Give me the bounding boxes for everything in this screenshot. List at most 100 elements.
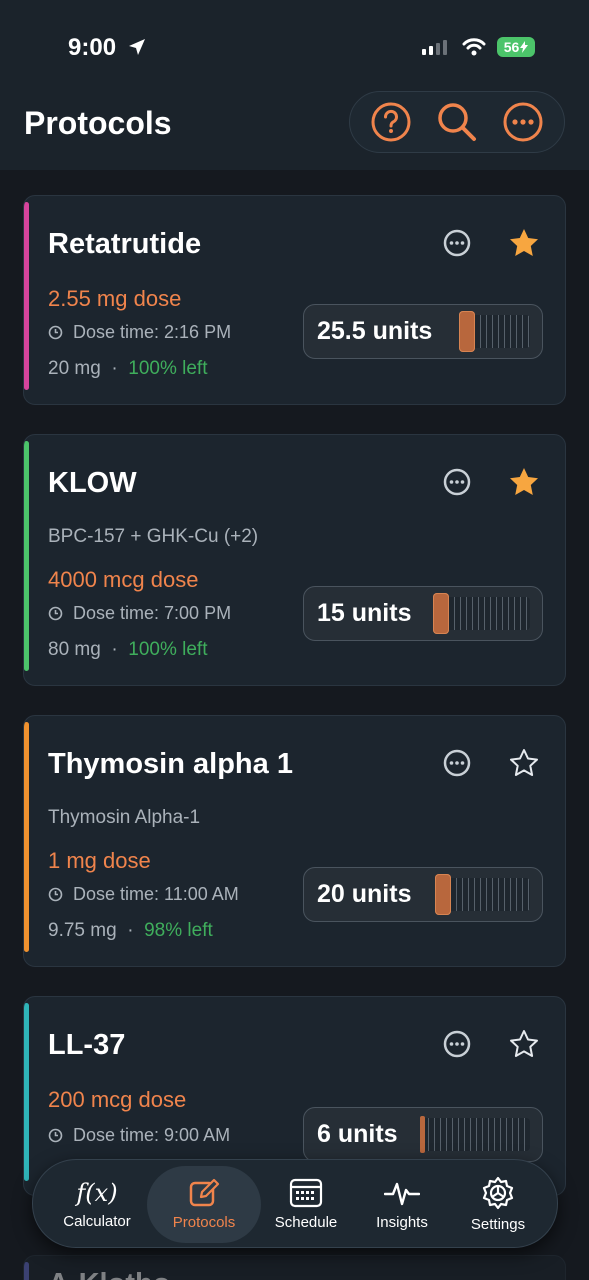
syringe-track <box>422 1118 530 1151</box>
protocol-card-retatrutide[interactable]: Retatrutide 2.55 mg dose Dose time: 2:16… <box>23 195 566 405</box>
dose-time: Dose time: 11:00 AM <box>73 884 239 904</box>
stock-remaining: 100% left <box>128 639 208 660</box>
tab-label: Protocols <box>172 1214 236 1231</box>
status-time: 9:00 <box>68 34 117 61</box>
tab-label: Settings <box>470 1216 526 1233</box>
clock-icon <box>48 887 63 902</box>
protocol-subtitle: Thymosin Alpha-1 <box>48 807 201 828</box>
stock-amount: 80 mg <box>48 639 101 660</box>
stock-separator: · <box>127 920 134 941</box>
card-more-icon[interactable] <box>442 748 472 778</box>
dose-time-row: Dose time: 2:16 PM <box>48 322 231 343</box>
stock-info: 9.75 mg · 98% left <box>48 920 213 942</box>
dose-amount: 1 mg dose <box>48 848 151 873</box>
card-accent-bar <box>24 1262 29 1280</box>
dose-amount: 200 mcg dose <box>48 1087 187 1112</box>
protocol-name: Retatrutide <box>48 228 202 260</box>
syringe-plunger <box>459 311 475 352</box>
battery-level: 56 <box>503 39 520 55</box>
dose-time-row: Dose time: 7:00 PM <box>48 603 231 624</box>
protocol-subtitle: BPC-157 + GHK-Cu (+2) <box>48 526 259 547</box>
star-outline-icon[interactable] <box>508 747 540 779</box>
search-icon <box>438 103 476 141</box>
card-more-icon[interactable] <box>442 228 472 258</box>
dose-time-row: Dose time: 9:00 AM <box>48 1125 230 1146</box>
more-icon <box>503 102 543 142</box>
syringe-plunger <box>435 874 451 915</box>
page-header: Protocols <box>0 91 589 170</box>
star-outline-icon[interactable] <box>508 1028 540 1060</box>
card-accent-bar <box>24 441 29 671</box>
units-syringe-display[interactable]: 15 units <box>303 586 543 641</box>
dose-time: Dose time: 7:00 PM <box>73 603 232 623</box>
card-accent-bar <box>24 202 29 390</box>
syringe-track <box>438 878 530 911</box>
protocol-name: Thymosin alpha 1 <box>48 748 293 780</box>
units-value: 15 units <box>317 599 412 627</box>
units-value: 6 units <box>317 1120 398 1148</box>
page-title: Protocols <box>24 105 172 141</box>
calendar-icon <box>289 1178 323 1208</box>
stock-separator: · <box>111 358 118 379</box>
gear-icon <box>482 1176 514 1210</box>
stock-info: 80 mg · 100% left <box>48 639 208 661</box>
units-value: 20 units <box>317 880 412 908</box>
protocol-card-a-klotho[interactable]: A-Klotho <box>23 1255 566 1280</box>
battery-indicator: 56 <box>497 37 535 57</box>
tab-label: Schedule <box>274 1214 338 1231</box>
card-accent-bar <box>24 1003 29 1181</box>
dose-time-row: Dose time: 11:00 AM <box>48 884 239 905</box>
tab-schedule[interactable]: Schedule <box>261 1160 351 1249</box>
dose-amount: 4000 mcg dose <box>48 567 199 592</box>
edit-icon <box>189 1178 220 1207</box>
dose-time: Dose time: 2:16 PM <box>73 322 232 342</box>
tab-label: Calculator <box>63 1213 131 1230</box>
more-options-button[interactable] <box>501 100 545 144</box>
pulse-icon <box>384 1182 420 1206</box>
header-actions <box>349 91 565 153</box>
units-syringe-display[interactable]: 25.5 units <box>303 304 543 359</box>
search-button[interactable] <box>435 100 479 144</box>
clock-icon <box>48 325 63 340</box>
help-icon <box>371 102 411 142</box>
tab-label: Insights <box>376 1214 428 1231</box>
units-syringe-display[interactable]: 20 units <box>303 867 543 922</box>
syringe-plunger <box>433 593 449 634</box>
protocol-name: A-Klotho <box>48 1268 170 1280</box>
star-filled-icon[interactable] <box>508 466 540 498</box>
wifi-icon <box>462 38 486 56</box>
stock-info: 20 mg · 100% left <box>48 358 208 380</box>
card-more-icon[interactable] <box>442 467 472 497</box>
tab-insights[interactable]: Insights <box>355 1160 449 1249</box>
stock-amount: 20 mg <box>48 358 101 379</box>
help-button[interactable] <box>369 100 413 144</box>
charging-bolt-icon <box>520 41 529 53</box>
star-filled-icon[interactable] <box>508 227 540 259</box>
syringe-track <box>436 597 530 630</box>
tab-protocols[interactable]: Protocols <box>147 1166 261 1243</box>
clock-icon <box>48 606 63 621</box>
clock-icon <box>48 1128 63 1143</box>
location-arrow-icon <box>129 39 145 55</box>
stock-remaining: 98% left <box>144 920 213 941</box>
protocol-name: KLOW <box>48 467 137 499</box>
stock-separator: · <box>111 639 118 660</box>
function-icon: f(x) <box>76 1179 118 1207</box>
protocol-card-thymosin-alpha-1[interactable]: Thymosin alpha 1 Thymosin Alpha-1 1 mg d… <box>23 715 566 967</box>
cellular-signal-icon <box>422 40 447 55</box>
status-bar: 9:00 56 <box>0 0 589 95</box>
protocol-card-klow[interactable]: KLOW BPC-157 + GHK-Cu (+2) 4000 mcg dose… <box>23 434 566 686</box>
tab-calculator[interactable]: f(x) Calculator <box>47 1160 147 1249</box>
units-syringe-display[interactable]: 6 units <box>303 1107 543 1162</box>
dose-amount: 2.55 mg dose <box>48 286 182 311</box>
stock-amount: 9.75 mg <box>48 920 117 941</box>
dose-time: Dose time: 9:00 AM <box>73 1125 231 1145</box>
protocol-name: LL-37 <box>48 1029 126 1061</box>
card-accent-bar <box>24 722 29 952</box>
stock-remaining: 100% left <box>128 358 208 379</box>
bottom-tab-bar: f(x) Calculator Protocols Schedule Insig… <box>32 1159 558 1248</box>
card-more-icon[interactable] <box>442 1029 472 1059</box>
syringe-plunger <box>420 1116 425 1153</box>
tab-settings[interactable]: Settings <box>453 1160 543 1249</box>
units-value: 25.5 units <box>317 317 433 345</box>
